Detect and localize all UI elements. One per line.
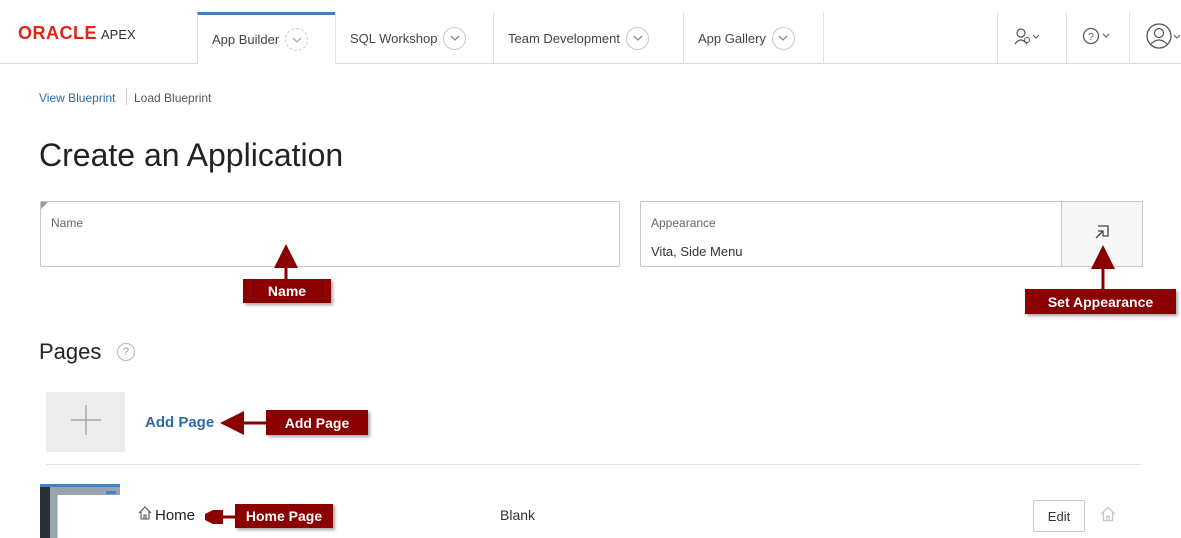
add-page-callout: Add Page (266, 410, 368, 435)
thumbnail-accent-bar (106, 491, 116, 494)
add-page-link[interactable]: Add Page (145, 414, 214, 431)
home-page-callout: Home Page (235, 504, 333, 528)
pages-help-icon[interactable]: ? (117, 343, 135, 361)
name-callout: Name (243, 279, 331, 303)
page-type-blank: Blank (500, 507, 536, 523)
set-appearance-callout: Set Appearance (1025, 289, 1176, 314)
set-home-page-icon[interactable] (1099, 505, 1117, 528)
thumbnail-side-menu (40, 487, 50, 538)
section-divider (46, 464, 1141, 465)
home-icon (137, 505, 153, 526)
thumbnail-body (57, 495, 120, 538)
add-page-tile[interactable] (46, 392, 125, 452)
home-page-thumbnail (40, 484, 120, 538)
plus-icon (69, 403, 103, 442)
annotation-arrows (220, 244, 1115, 435)
pages-section-title: Pages (39, 339, 102, 364)
page-name-home: Home (155, 507, 196, 524)
edit-page-button[interactable]: Edit (1033, 500, 1085, 532)
